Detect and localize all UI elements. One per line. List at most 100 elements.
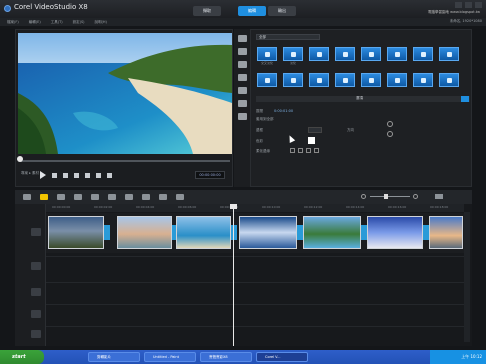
menu-tools[interactable]: 工具(T) xyxy=(51,20,63,25)
apply-all-checkbox[interactable]: 套用到全部 xyxy=(256,117,274,122)
project-clip-toggle[interactable]: 專案 ▸ 素材 xyxy=(21,171,39,176)
motion-tracking-icon[interactable] xyxy=(142,194,150,200)
duration-value[interactable]: 0:00:01:00 xyxy=(274,109,293,113)
soft-edge-high-icon[interactable] xyxy=(314,148,319,153)
thumb-item[interactable] xyxy=(335,73,355,87)
next-frame-icon[interactable] xyxy=(74,172,79,178)
thumb-item[interactable] xyxy=(361,73,381,87)
library-dropdown[interactable]: 全部 xyxy=(256,34,320,40)
soft-edge-mid-icon[interactable] xyxy=(306,148,311,153)
taskbar-item[interactable]: Untitled - Paint xyxy=(144,352,196,362)
soft-edge-none-icon[interactable] xyxy=(290,148,295,153)
zoom-in-icon[interactable] xyxy=(413,194,418,199)
scrubber-handle[interactable] xyxy=(17,156,23,162)
video-clip[interactable] xyxy=(429,216,463,249)
system-tray-clock[interactable]: 上午 10:12 xyxy=(430,350,486,364)
soft-edge-low-icon[interactable] xyxy=(298,148,303,153)
video-clip[interactable] xyxy=(48,216,104,249)
tab-edit[interactable]: 編輯 xyxy=(238,6,266,16)
overlay-track-icon[interactable] xyxy=(31,262,41,270)
mixer-icon[interactable] xyxy=(108,194,116,200)
video-clip[interactable] xyxy=(117,216,172,249)
subtitle-icon[interactable] xyxy=(159,194,167,200)
transition-marker[interactable] xyxy=(104,225,110,240)
path-icon[interactable] xyxy=(237,113,247,120)
thumb-item[interactable] xyxy=(335,47,355,65)
chevron-down-icon[interactable] xyxy=(461,96,469,102)
thumb-item[interactable] xyxy=(283,73,303,87)
media-icon[interactable] xyxy=(237,35,247,42)
transition-icon[interactable] xyxy=(237,61,247,68)
zoom-slider[interactable] xyxy=(370,196,410,197)
thumb-item[interactable] xyxy=(387,47,407,65)
repeat-icon[interactable] xyxy=(96,172,101,178)
taskbar-item-active[interactable]: Corel V... xyxy=(256,352,308,362)
thumb-item[interactable] xyxy=(439,47,459,65)
scrubber-track[interactable] xyxy=(20,160,230,162)
redo-icon[interactable] xyxy=(74,194,82,200)
end-icon[interactable] xyxy=(85,172,90,178)
multi-camera-icon[interactable] xyxy=(176,194,184,200)
minimize-icon[interactable] xyxy=(455,2,462,8)
menu-edit[interactable]: 編輯(E) xyxy=(29,20,41,25)
menu-settings[interactable]: 設定(S) xyxy=(73,20,85,25)
storyboard-view-icon[interactable] xyxy=(23,194,31,200)
mode-project[interactable]: 專案 xyxy=(21,171,28,175)
close-icon[interactable] xyxy=(475,2,482,8)
track-divider xyxy=(46,304,464,305)
zoom-slider-handle[interactable] xyxy=(384,194,388,199)
menu-file[interactable]: 檔案(F) xyxy=(7,20,19,25)
options-bar[interactable] xyxy=(256,96,470,102)
menu-help[interactable]: 說明(H) xyxy=(95,20,107,25)
thumb-item[interactable] xyxy=(413,73,433,87)
transition-marker[interactable] xyxy=(231,225,237,240)
video-track-icon[interactable] xyxy=(31,228,41,236)
thumb-item[interactable]: 交叉淡化 xyxy=(257,47,277,65)
title-icon[interactable] xyxy=(237,74,247,81)
thumb-item[interactable] xyxy=(309,47,329,65)
zoom-out-icon[interactable] xyxy=(361,194,366,199)
voice-track-icon[interactable] xyxy=(31,310,41,318)
thumb-item[interactable] xyxy=(361,47,381,65)
thumb-item[interactable] xyxy=(309,73,329,87)
timecode-display[interactable]: 00:00:00:00 xyxy=(195,171,225,179)
timeline-scrollbar[interactable] xyxy=(464,212,470,342)
video-clip[interactable] xyxy=(239,216,297,249)
thumb-item[interactable] xyxy=(257,73,277,87)
tab-capture[interactable]: 擷取 xyxy=(193,6,221,16)
video-clip[interactable] xyxy=(303,216,361,249)
video-clip[interactable] xyxy=(176,216,231,249)
mode-clip[interactable]: 素材 xyxy=(32,171,39,175)
timeline-view-icon[interactable] xyxy=(40,194,48,200)
video-clip[interactable] xyxy=(367,216,423,249)
taskbar-item[interactable]: 剪輯影片 xyxy=(88,352,140,362)
thumb-item[interactable] xyxy=(413,47,433,65)
maximize-icon[interactable] xyxy=(465,2,472,8)
timeline-ruler[interactable]: 00:00:00:00 00:00:02:00 00:00:04:00 00:0… xyxy=(46,204,464,212)
start-button[interactable]: start xyxy=(0,350,44,364)
direction-dial-icon[interactable] xyxy=(387,121,393,127)
instant-project-icon[interactable] xyxy=(237,48,247,55)
home-icon[interactable] xyxy=(52,172,57,178)
music-track-icon[interactable] xyxy=(31,330,41,338)
play-icon[interactable] xyxy=(40,171,46,179)
title-track-icon[interactable] xyxy=(31,288,41,296)
border-spinner[interactable] xyxy=(308,127,322,133)
playhead-handle[interactable] xyxy=(230,204,237,209)
color-swatch[interactable] xyxy=(308,137,315,144)
fit-timeline-icon[interactable] xyxy=(435,194,443,199)
record-icon[interactable] xyxy=(91,194,99,200)
undo-icon[interactable] xyxy=(57,194,65,200)
thumb-item[interactable] xyxy=(439,73,459,87)
auto-music-icon[interactable] xyxy=(125,194,133,200)
thumb-item[interactable]: 淡化 xyxy=(283,47,303,65)
graphic-icon[interactable] xyxy=(237,87,247,94)
playhead-line[interactable] xyxy=(233,204,234,346)
taskbar-item[interactable]: 會聲會影X8 xyxy=(200,352,252,362)
volume-icon[interactable] xyxy=(107,172,112,178)
direction-dial-icon[interactable] xyxy=(387,131,393,137)
tab-share[interactable]: 輸出 xyxy=(268,6,296,16)
prev-frame-icon[interactable] xyxy=(63,172,68,178)
thumb-item[interactable] xyxy=(387,73,407,87)
filter-icon[interactable] xyxy=(237,100,247,107)
